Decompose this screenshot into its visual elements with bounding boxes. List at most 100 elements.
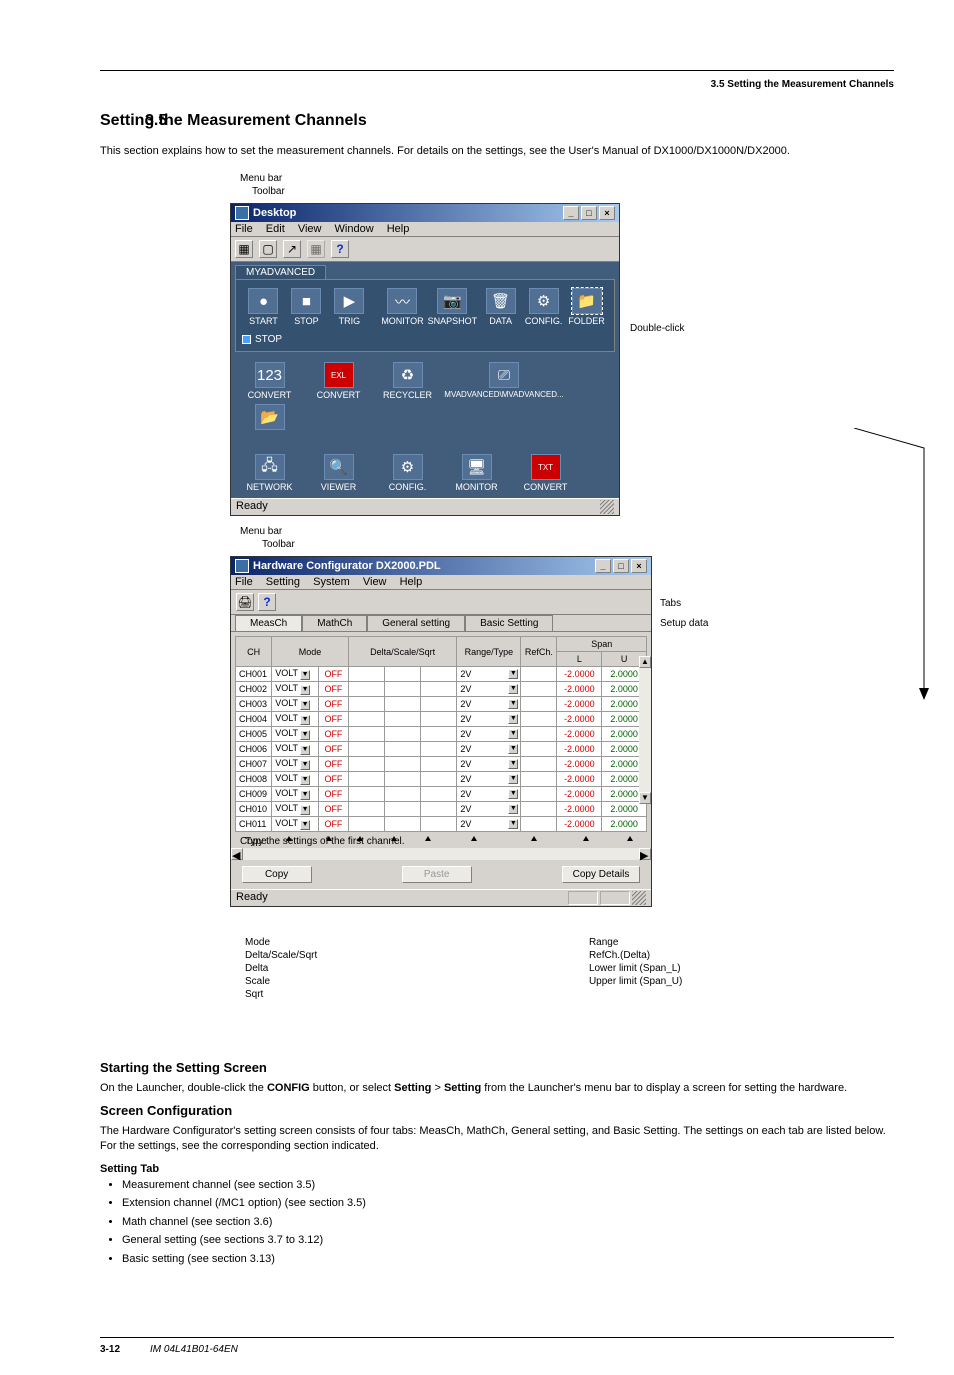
network-icon[interactable]: 🖧NETWORK bbox=[237, 454, 302, 492]
cell-range[interactable]: 2V▼ bbox=[457, 682, 521, 697]
cell-span-l[interactable]: -2.0000 bbox=[557, 682, 602, 697]
scroll-left-icon[interactable]: ◀ bbox=[231, 848, 243, 860]
cell-range[interactable]: 2V▼ bbox=[457, 817, 521, 832]
cell-scale[interactable]: SCALE bbox=[385, 757, 421, 772]
cell-delta[interactable]: DELTA bbox=[348, 742, 384, 757]
tab-general[interactable]: General setting bbox=[367, 615, 465, 631]
cell-span-l[interactable]: -2.0000 bbox=[557, 697, 602, 712]
close-button[interactable]: × bbox=[599, 206, 615, 220]
scroll-down-icon[interactable]: ▼ bbox=[639, 792, 651, 804]
cell-ref[interactable] bbox=[521, 757, 557, 772]
viewer-icon[interactable]: 🔍VIEWER bbox=[306, 454, 371, 492]
cell-scale[interactable]: SCALE bbox=[385, 712, 421, 727]
cell-ref[interactable] bbox=[521, 817, 557, 832]
cell-sqrt[interactable]: SQRT bbox=[421, 712, 457, 727]
tab-mathch[interactable]: MathCh bbox=[302, 615, 367, 631]
toolbar-button[interactable]: ▦ bbox=[307, 240, 325, 258]
folder-open-icon[interactable]: 📂 bbox=[237, 404, 302, 442]
scroll-right-icon[interactable]: ▶ bbox=[639, 848, 651, 860]
cell-span-l[interactable]: -2.0000 bbox=[557, 742, 602, 757]
stop-icon[interactable]: ■STOP bbox=[287, 288, 326, 326]
toolbar-button[interactable]: ▢ bbox=[259, 240, 277, 258]
config-icon[interactable]: ⚙CONFIG. bbox=[524, 288, 563, 326]
cell-off[interactable]: OFF bbox=[319, 712, 349, 727]
print-button[interactable]: 🖨 bbox=[236, 593, 254, 611]
trig-icon[interactable]: ▶TRIG bbox=[330, 288, 369, 326]
menu-file[interactable]: File bbox=[235, 576, 253, 588]
cell-off[interactable]: OFF bbox=[319, 787, 349, 802]
help-button[interactable]: ? bbox=[258, 593, 276, 611]
horizontal-scrollbar[interactable]: ◀ ▶ bbox=[231, 848, 651, 860]
menu-window[interactable]: Window bbox=[335, 223, 374, 235]
cell-scale[interactable]: SCALE bbox=[385, 742, 421, 757]
cell-scale[interactable]: SCALE bbox=[385, 682, 421, 697]
cell-delta[interactable]: DELTA bbox=[348, 697, 384, 712]
convert-icon[interactable]: 123CONVERT bbox=[237, 362, 302, 400]
cell-delta[interactable]: DELTA bbox=[348, 727, 384, 742]
cell-sqrt[interactable]: SQRT bbox=[421, 727, 457, 742]
copy-details-button[interactable]: Copy Details bbox=[562, 866, 641, 883]
close-button[interactable]: × bbox=[631, 559, 647, 573]
cell-span-l[interactable]: -2.0000 bbox=[557, 712, 602, 727]
monitor2-icon[interactable]: 🖥MONITOR bbox=[444, 454, 509, 492]
cell-ref[interactable] bbox=[521, 712, 557, 727]
cell-sqrt[interactable]: SQRT bbox=[421, 787, 457, 802]
tab-measch[interactable]: MeasCh bbox=[235, 615, 302, 631]
maximize-button[interactable]: □ bbox=[581, 206, 597, 220]
cell-range[interactable]: 2V▼ bbox=[457, 712, 521, 727]
menu-help[interactable]: Help bbox=[400, 576, 423, 588]
convert-txt-icon[interactable]: TXTCONVERT bbox=[513, 454, 578, 492]
hw-menubar[interactable]: File Setting System View Help bbox=[231, 575, 651, 590]
cell-scale[interactable]: SCALE bbox=[385, 667, 421, 682]
tab-basic[interactable]: Basic Setting bbox=[465, 615, 553, 631]
resize-grip-icon[interactable] bbox=[632, 891, 646, 905]
cell-sqrt[interactable]: SQRT bbox=[421, 757, 457, 772]
cell-scale[interactable]: SCALE bbox=[385, 802, 421, 817]
cell-scale[interactable]: SCALE bbox=[385, 787, 421, 802]
monitor-icon[interactable]: 〰MONITOR bbox=[381, 288, 423, 326]
cell-span-u[interactable]: 2.0000 bbox=[602, 817, 647, 832]
cell-range[interactable]: 2V▼ bbox=[457, 802, 521, 817]
toolbar-button[interactable]: ▦ bbox=[235, 240, 253, 258]
menu-view[interactable]: View bbox=[363, 576, 387, 588]
cell-span-l[interactable]: -2.0000 bbox=[557, 772, 602, 787]
path-icon[interactable]: ⎚MVADVANCED\MVADVANCED... bbox=[444, 362, 564, 400]
cell-off[interactable]: OFF bbox=[319, 727, 349, 742]
convert-icon[interactable]: EXLCONVERT bbox=[306, 362, 371, 400]
cell-mode[interactable]: VOLT▼ bbox=[272, 742, 319, 757]
cell-span-l[interactable]: -2.0000 bbox=[557, 787, 602, 802]
cell-sqrt[interactable]: SQRT bbox=[421, 667, 457, 682]
cell-off[interactable]: OFF bbox=[319, 697, 349, 712]
cell-off[interactable]: OFF bbox=[319, 757, 349, 772]
copy-button[interactable]: Copy bbox=[242, 866, 312, 883]
snapshot-icon[interactable]: 📷SNAPSHOT bbox=[428, 288, 478, 326]
cell-span-l[interactable]: -2.0000 bbox=[557, 757, 602, 772]
cell-delta[interactable]: DELTA bbox=[348, 817, 384, 832]
cell-mode[interactable]: VOLT▼ bbox=[272, 682, 319, 697]
cell-off[interactable]: OFF bbox=[319, 667, 349, 682]
cell-sqrt[interactable]: SQRT bbox=[421, 682, 457, 697]
cell-sqrt[interactable]: SQRT bbox=[421, 742, 457, 757]
cell-ref[interactable] bbox=[521, 667, 557, 682]
recycler-icon[interactable]: ♻RECYCLER bbox=[375, 362, 440, 400]
paste-button[interactable]: Paste bbox=[402, 866, 472, 883]
cell-mode[interactable]: VOLT▼ bbox=[272, 787, 319, 802]
cell-mode[interactable]: VOLT▼ bbox=[272, 817, 319, 832]
cell-off[interactable]: OFF bbox=[319, 802, 349, 817]
cell-off[interactable]: OFF bbox=[319, 772, 349, 787]
minimize-button[interactable]: _ bbox=[595, 559, 611, 573]
cell-range[interactable]: 2V▼ bbox=[457, 787, 521, 802]
cell-span-l[interactable]: -2.0000 bbox=[557, 667, 602, 682]
cell-range[interactable]: 2V▼ bbox=[457, 727, 521, 742]
vertical-scrollbar[interactable]: ▲ ▼ bbox=[639, 656, 651, 804]
cell-mode[interactable]: VOLT▼ bbox=[272, 697, 319, 712]
start-icon[interactable]: ●START bbox=[244, 288, 283, 326]
cell-mode[interactable]: VOLT▼ bbox=[272, 802, 319, 817]
scroll-up-icon[interactable]: ▲ bbox=[639, 656, 651, 668]
menu-edit[interactable]: Edit bbox=[266, 223, 285, 235]
cell-mode[interactable]: VOLT▼ bbox=[272, 667, 319, 682]
cell-delta[interactable]: DELTA bbox=[348, 787, 384, 802]
cell-off[interactable]: OFF bbox=[319, 817, 349, 832]
cell-mode[interactable]: VOLT▼ bbox=[272, 757, 319, 772]
cell-scale[interactable]: SCALE bbox=[385, 727, 421, 742]
